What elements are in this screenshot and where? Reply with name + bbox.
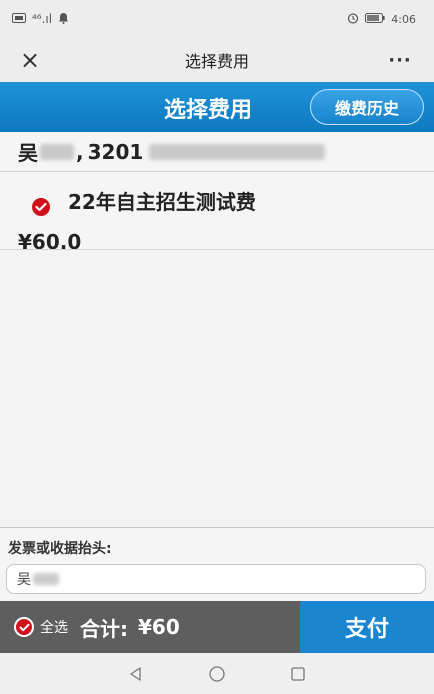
fee-list-item[interactable]: 22年自主招生测试费 ¥60.0 [0,172,434,250]
sim-card-icon [12,12,26,26]
select-all-check-icon [14,617,34,637]
fee-price: ¥60.0 [18,230,82,250]
total-amount: ¥60 [138,615,180,639]
status-time: 4:06 [391,12,416,26]
fee-name: 22年自主招生测试费 [68,190,256,214]
total-label: 合计: [80,616,128,641]
select-all-label: 全选 [40,620,68,636]
redacted-name-block [40,143,74,160]
invoice-title-value: 吴 [17,572,31,588]
signal-text: ⁴⁶.ıl [32,12,53,26]
check-circle-icon[interactable] [32,198,50,216]
close-button[interactable]: × [14,44,46,76]
notification-bell-icon [58,12,69,27]
system-nav-bar [0,653,434,694]
title-bar: × 选择费用 ··· [0,38,434,82]
select-all-toggle[interactable]: 全选 [14,617,68,637]
battery-icon [365,12,385,26]
invoice-section: 发票或收据抬头: 吴 [0,527,434,601]
invoice-title-label: 发票或收据抬头: [8,541,112,557]
invoice-title-input[interactable]: 吴 [6,564,426,594]
nav-recent-button[interactable] [283,659,313,689]
page-title: 选择费用 [164,98,253,123]
window-title: 选择费用 [184,52,249,71]
redacted-id-block [149,143,326,160]
redacted-invoice-block [33,573,59,585]
nav-home-button[interactable] [202,659,232,689]
circle-home-icon [209,665,225,682]
student-info: 吴 , 3201 [0,132,434,172]
more-options-button[interactable]: ··· [382,44,418,76]
nav-back-button[interactable] [121,659,151,689]
student-name: 吴 [18,141,38,165]
status-left: ⁴⁶.ıl [12,12,69,27]
student-id: 3201 [87,139,144,164]
footer-summary: 全选 合计: ¥60 [0,601,300,653]
close-icon: × [19,46,41,74]
alarm-clock-icon [347,12,359,27]
checkout-footer: 全选 合计: ¥60 支付 [0,601,434,653]
status-right: 4:06 [347,12,416,27]
app-header: 选择费用 缴费历史 [0,82,434,132]
status-bar: ⁴⁶.ıl 4:06 [0,0,434,38]
pay-button[interactable]: 支付 [300,601,434,653]
more-icon: ··· [388,49,412,71]
student-separator: , [76,139,84,164]
payment-history-button[interactable]: 缴费历史 [310,89,424,125]
triangle-back-icon [130,666,141,681]
square-recent-icon [290,666,305,681]
